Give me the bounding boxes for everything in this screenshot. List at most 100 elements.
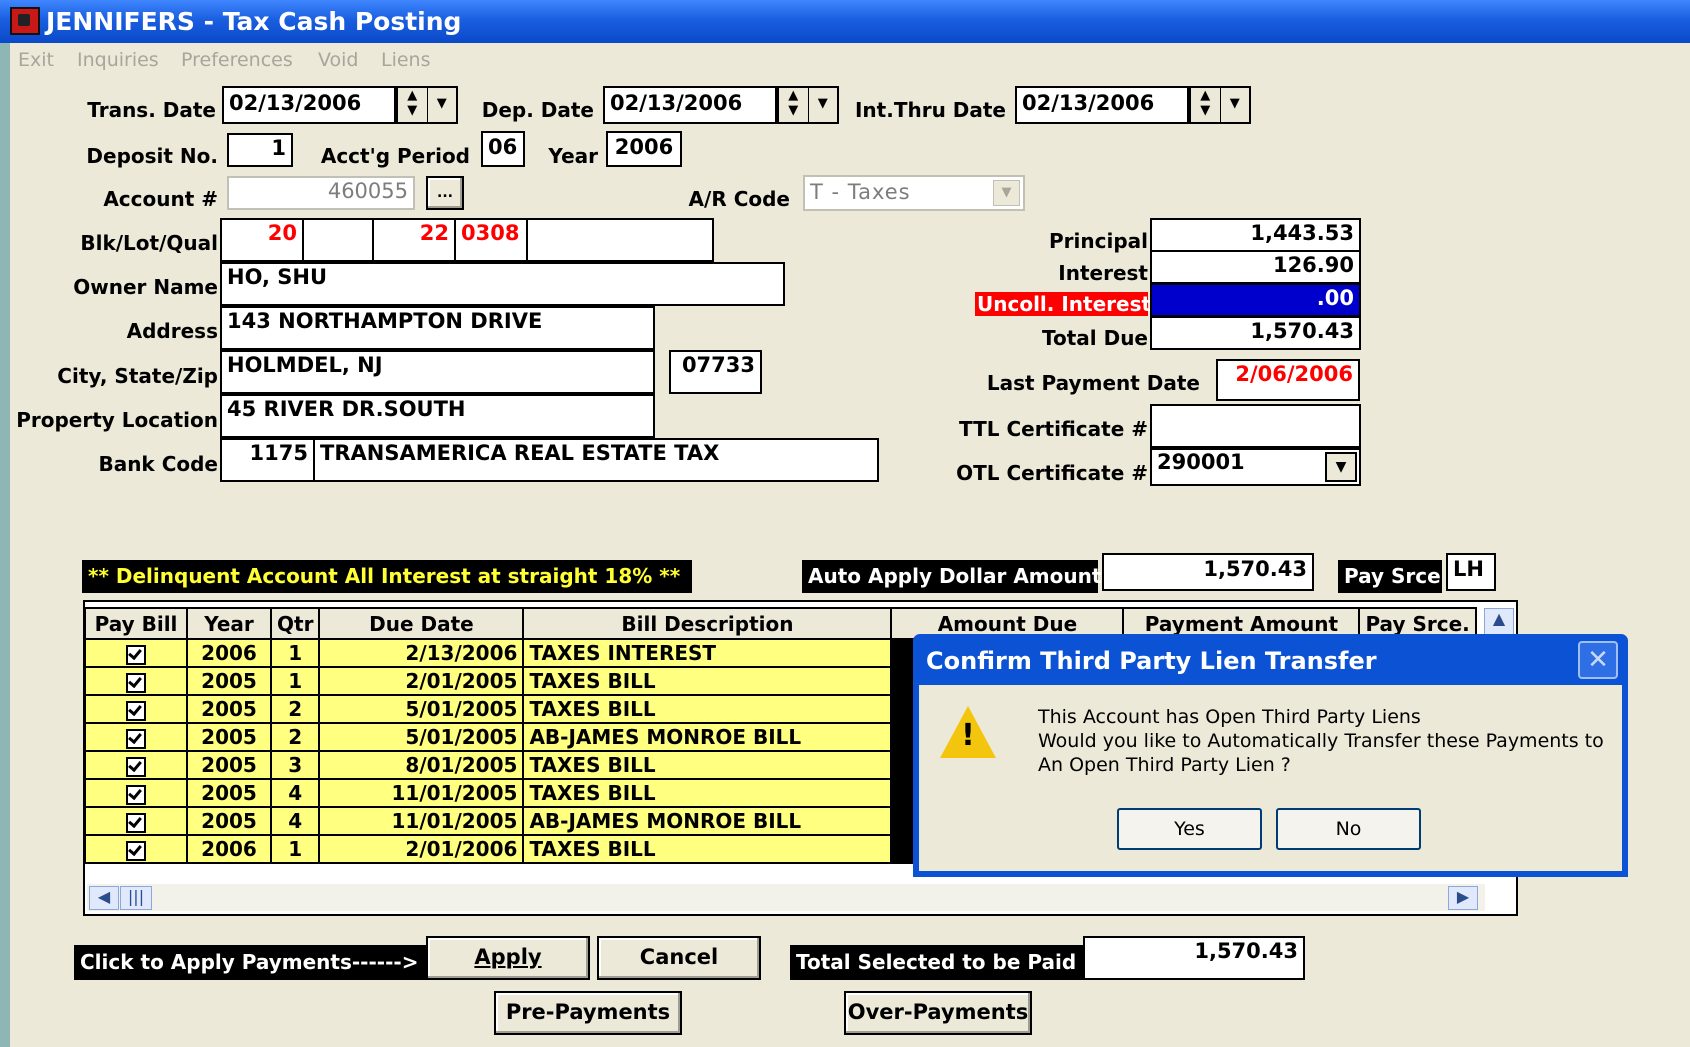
int-thru-date-field[interactable]: 02/13/2006 (1015, 86, 1189, 124)
horizontal-scrollbar[interactable] (87, 884, 1485, 911)
delinquent-notice: ** Delinquent Account All Interest at st… (82, 560, 692, 593)
dialog-message-line: This Account has Open Third Party Liens (1038, 706, 1421, 728)
uncoll-interest-label: Uncoll. Interest (975, 292, 1152, 316)
zip-field[interactable]: 07733 (669, 350, 762, 394)
dialog-title: Confirm Third Party Lien Transfer (926, 647, 1377, 675)
total-due-field: 1,570.43 (1150, 316, 1361, 350)
menu-inquiries[interactable]: Inquiries (77, 49, 159, 71)
trans-date-label: Trans. Date (87, 98, 216, 122)
lot-suffix-field[interactable]: 0308 (454, 218, 528, 262)
app-icon (10, 7, 40, 35)
deposit-no-field[interactable]: 1 (227, 133, 293, 167)
spin-updown-icon[interactable]: ▲ ▼ (1191, 88, 1221, 122)
menu-preferences[interactable]: Preferences (181, 49, 293, 71)
dialog-message-line: Would you like to Automatically Transfer… (1038, 730, 1604, 752)
owner-name-label: Owner Name (73, 275, 218, 299)
pay-srce-field[interactable]: LH (1446, 553, 1496, 591)
otl-certificate-label: OTL Certificate # (956, 461, 1148, 485)
dep-date-spinner[interactable]: ▲ ▼ ▼ (777, 86, 839, 124)
warning-exclamation: ! (961, 718, 975, 753)
interest-label: Interest (1058, 261, 1148, 285)
spin-updown-icon[interactable]: ▲ ▼ (398, 88, 428, 122)
int-thru-date-label: Int.Thru Date (854, 98, 1006, 122)
pay-bill-checkbox[interactable] (126, 728, 146, 749)
acct-period-field[interactable]: 06 (481, 131, 525, 167)
apply-button[interactable]: Apply (426, 936, 590, 980)
pay-bill-checkbox[interactable] (126, 784, 146, 805)
property-location-field[interactable]: 45 RIVER DR.SOUTH (220, 394, 655, 438)
cancel-button[interactable]: Cancel (597, 936, 761, 980)
close-icon[interactable]: ✕ (1578, 641, 1618, 679)
col-bill-description[interactable]: Bill Description (522, 607, 893, 640)
desktop-edge (0, 42, 10, 1047)
pay-bill-checkbox[interactable] (126, 700, 146, 721)
block-suffix-field[interactable] (302, 218, 374, 262)
scroll-left-icon[interactable]: ◀ (89, 886, 119, 910)
scroll-right-icon[interactable]: ▶ (1448, 886, 1478, 910)
yes-button[interactable]: Yes (1117, 808, 1262, 850)
address-field[interactable]: 143 NORTHAMPTON DRIVE (220, 306, 655, 350)
account-browse-button[interactable]: ... (426, 176, 464, 210)
pre-payments-button[interactable]: Pre-Payments (494, 991, 682, 1035)
year-label: Year (548, 144, 598, 168)
dialog-message-line: An Open Third Party Lien ? (1038, 754, 1291, 776)
total-selected-field: 1,570.43 (1083, 936, 1305, 980)
pay-bill-checkbox[interactable] (126, 672, 146, 693)
bank-code-label: Bank Code (98, 452, 218, 476)
dep-date-label: Dep. Date (481, 98, 594, 122)
year-field[interactable]: 2006 (606, 131, 682, 167)
pay-bill-checkbox[interactable] (126, 756, 146, 777)
last-payment-date-label: Last Payment Date (986, 371, 1200, 395)
menu-void[interactable]: Void (318, 49, 359, 71)
total-due-label: Total Due (1041, 326, 1148, 350)
chevron-down-icon[interactable]: ▼ (809, 88, 838, 122)
no-button[interactable]: No (1276, 808, 1421, 850)
block-field[interactable]: 20 (220, 218, 304, 262)
pay-bill-checkbox[interactable] (126, 644, 146, 665)
acct-period-label: Acct'g Period (320, 144, 470, 168)
otl-dropdown-icon[interactable]: ▼ (1325, 452, 1357, 482)
spin-updown-icon[interactable]: ▲ ▼ (779, 88, 809, 122)
col-pay-bill[interactable]: Pay Bill (84, 607, 188, 640)
int-thru-date-spinner[interactable]: ▲ ▼ ▼ (1189, 86, 1251, 124)
auto-apply-amount-field[interactable]: 1,570.43 (1102, 553, 1314, 591)
lot-field[interactable]: 22 (372, 218, 456, 262)
col-year[interactable]: Year (186, 607, 272, 640)
blk-lot-qual-label: Blk/Lot/Qual (80, 231, 218, 255)
scroll-thumb[interactable]: ||| (120, 886, 152, 910)
account-field[interactable]: 460055 (227, 176, 415, 210)
apply-prompt: Click to Apply Payments------> (74, 945, 426, 980)
trans-date-spinner[interactable]: ▲ ▼ ▼ (396, 86, 458, 124)
pay-bill-checkbox[interactable] (126, 840, 146, 861)
trans-date-field[interactable]: 02/13/2006 (222, 86, 396, 124)
ar-code-label: A/R Code (688, 187, 790, 211)
last-payment-date-field: 2/06/2006 (1216, 359, 1360, 401)
ar-code-select[interactable]: T - Taxes (803, 175, 1025, 211)
ar-code-dropdown-icon[interactable]: ▼ (993, 180, 1020, 206)
principal-field: 1,443.53 (1150, 218, 1361, 252)
qualifier-field[interactable] (526, 218, 714, 262)
pay-srce-label: Pay Srce (1338, 560, 1442, 593)
deposit-no-label: Deposit No. (86, 144, 218, 168)
owner-name-field[interactable]: HO, SHU (220, 262, 785, 306)
bank-code-field[interactable]: 1175 (220, 438, 315, 482)
city-state-zip-label: City, State/Zip (57, 364, 218, 388)
principal-label: Principal (1049, 229, 1148, 253)
city-state-field[interactable]: HOLMDEL, NJ (220, 350, 655, 394)
menu-exit[interactable]: Exit (18, 49, 54, 71)
menu-liens[interactable]: Liens (381, 49, 431, 71)
col-qtr[interactable]: Qtr (269, 607, 321, 640)
chevron-down-icon[interactable]: ▼ (428, 88, 457, 122)
over-payments-button[interactable]: Over-Payments (844, 991, 1032, 1035)
ttl-certificate-field[interactable] (1150, 404, 1361, 448)
pay-bill-checkbox[interactable] (126, 812, 146, 833)
dep-date-field[interactable]: 02/13/2006 (603, 86, 777, 124)
address-label: Address (126, 319, 218, 343)
property-location-label: Property Location (16, 408, 218, 432)
ttl-certificate-label: TTL Certificate # (959, 417, 1148, 441)
chevron-down-icon[interactable]: ▼ (1221, 88, 1250, 122)
bank-name-field[interactable]: TRANSAMERICA REAL ESTATE TAX (313, 438, 879, 482)
uncoll-interest-field: .00 (1150, 283, 1361, 317)
col-due-date[interactable]: Due Date (318, 607, 525, 640)
window-title: JENNIFERS - Tax Cash Posting (46, 7, 462, 36)
